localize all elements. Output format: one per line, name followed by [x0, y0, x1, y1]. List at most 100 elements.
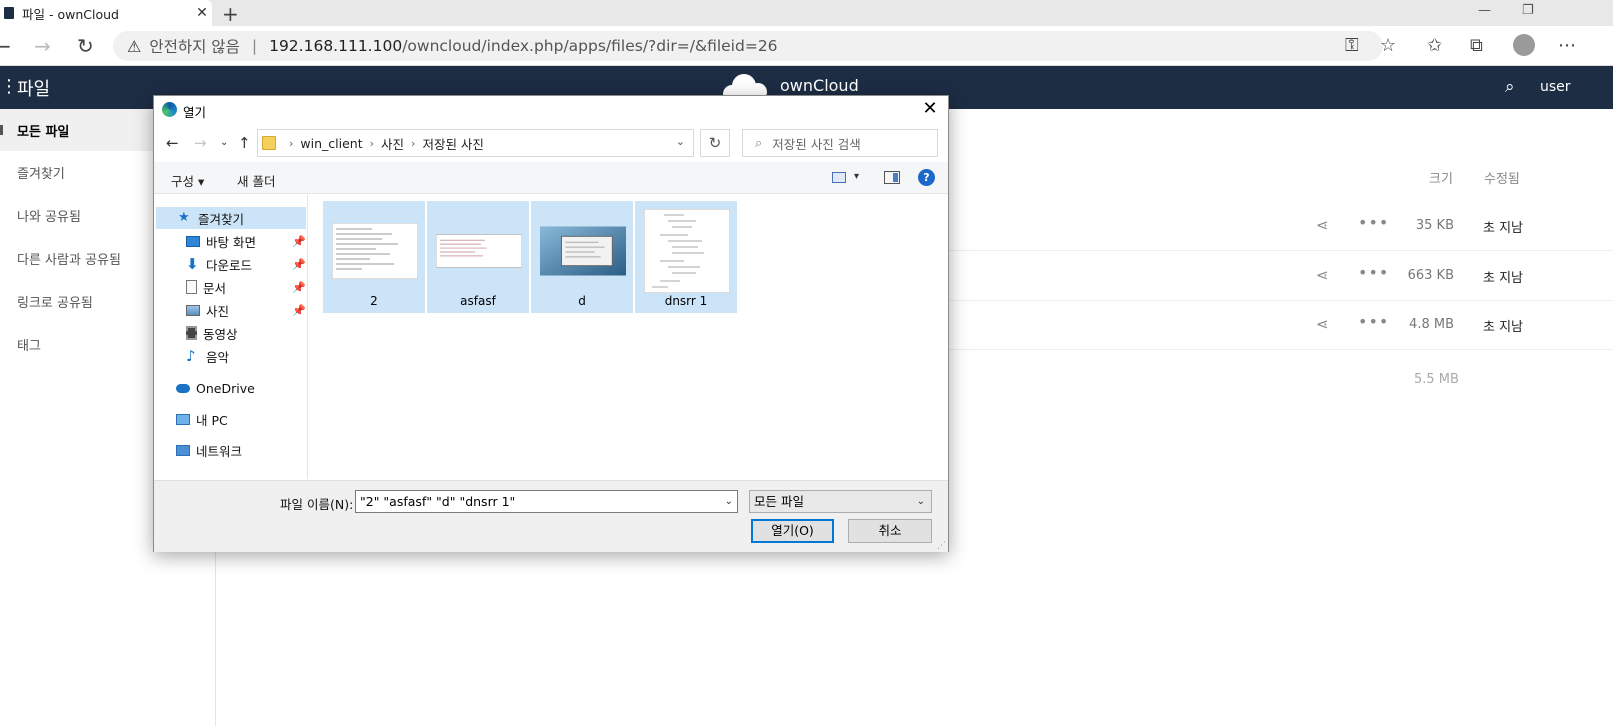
key-icon[interactable]: ⚿ [1345, 35, 1359, 56]
cancel-button[interactable]: 취소 [848, 519, 932, 543]
tree-item-pictures[interactable]: 사진 [186, 299, 229, 321]
collections-icon[interactable]: ⧉ [1470, 35, 1483, 56]
open-button[interactable]: 열기(O) [751, 519, 834, 543]
file-tile[interactable]: 2 [323, 201, 425, 313]
restore-icon[interactable]: ❐ [1522, 3, 1534, 18]
add-favorite-icon[interactable]: ☆ [1380, 35, 1396, 56]
tree-item-videos[interactable]: 동영상 [186, 322, 238, 344]
sidebar-item-label: 다른 사람과 공유됨 [17, 252, 121, 268]
tree-label: 바탕 화면 [206, 234, 256, 250]
refresh-button[interactable]: ↻ [700, 129, 730, 157]
file-tile[interactable]: dnsrr 1 [635, 201, 737, 313]
file-name: 2 [370, 294, 378, 308]
forward-icon[interactable]: → [34, 34, 51, 58]
more-menu-icon[interactable]: ⋯ [1558, 35, 1576, 56]
view-mode-icon[interactable] [832, 172, 846, 183]
table-row[interactable]: ⋖ ••• 4.8 MB 초 지남 [948, 300, 1613, 350]
file-list-pane: 2 asfasf d dnsrr 1 [309, 195, 948, 479]
close-tab-icon[interactable]: ✕ [192, 5, 212, 21]
reload-icon[interactable]: ↻ [77, 34, 94, 58]
file-name-field[interactable]: "2" "asfasf" "d" "dnsrr 1" ⌄ [355, 490, 738, 513]
profile-avatar-icon[interactable] [1513, 34, 1535, 56]
breadcrumb[interactable]: › win_client › 사진 › 저장된 사진 ⌄ [257, 129, 694, 157]
dialog-footer: 파일 이름(N): "2" "asfasf" "d" "dnsrr 1" ⌄ 모… [154, 480, 948, 552]
chevron-right-icon: › [411, 136, 416, 150]
recent-locations-icon[interactable]: ⌄ [220, 137, 228, 148]
tree-label: 즐겨찾기 [198, 211, 245, 227]
back-icon[interactable]: ← [166, 134, 179, 152]
organize-button[interactable]: 구성 ▾ [171, 171, 204, 190]
tree-item-this-pc[interactable]: 내 PC [176, 408, 228, 430]
file-type-select[interactable]: 모든 파일 ⌄ [749, 490, 932, 513]
tree-item-onedrive[interactable]: OneDrive [176, 377, 255, 399]
breadcrumb-item[interactable]: win_client [300, 136, 362, 151]
desktop-icon [186, 235, 200, 247]
address-bar[interactable]: ⚠ 안전하지 않음 | 192.168.111.100/owncloud/ind… [113, 31, 1383, 61]
file-name-label: 파일 이름(N): [280, 497, 354, 512]
resize-grip-icon[interactable]: ⋰ [937, 541, 946, 551]
dialog-navigation: ← → ⌄ ↑ › win_client › 사진 › 저장된 사진 ⌄ ↻ ⌕… [154, 126, 948, 160]
preview-pane-icon[interactable] [884, 171, 900, 184]
sidebar-item-label: 나와 공유됨 [17, 209, 81, 225]
table-row[interactable]: ⋖ ••• 663 KB 초 지남 [948, 251, 1613, 301]
breadcrumb-item[interactable]: 저장된 사진 [422, 134, 483, 153]
more-actions-icon[interactable]: ••• [1358, 312, 1389, 331]
tree-item-quick-access[interactable]: ★ 즐겨찾기 [156, 207, 306, 229]
security-status: 안전하지 않음 [149, 38, 240, 56]
help-icon[interactable]: ? [918, 169, 935, 186]
file-name: asfasf [460, 294, 496, 308]
app-title[interactable]: 파일 [17, 75, 50, 101]
chevron-down-icon[interactable]: ▾ [854, 171, 859, 182]
pin-icon: 📌 [292, 258, 306, 271]
new-tab-button[interactable]: + [222, 2, 239, 26]
file-type-value: 모든 파일 [754, 494, 804, 509]
tree-label: 문서 [203, 280, 227, 296]
user-menu[interactable]: user [1540, 79, 1571, 95]
tree-label: 네트워크 [196, 443, 243, 459]
video-icon [186, 326, 197, 340]
more-actions-icon[interactable]: ••• [1358, 263, 1389, 282]
app-menu-icon[interactable]: ⋮ [0, 76, 18, 97]
sidebar-item-label: 모든 파일 [17, 124, 70, 140]
more-actions-icon[interactable]: ••• [1358, 213, 1389, 232]
pin-icon: 📌 [292, 281, 306, 294]
chevron-down-icon[interactable]: ⌄ [676, 135, 685, 148]
dialog-title-bar[interactable]: 열기 ✕ [154, 96, 948, 124]
search-input[interactable]: ⌕ 저장된 사진 검색 [742, 129, 938, 157]
music-icon: ♪ [186, 347, 196, 365]
active-indicator [0, 125, 3, 135]
column-header-size[interactable]: 크기 [1429, 168, 1453, 187]
browser-tab[interactable]: 파일 - ownCloud ✕ [0, 0, 212, 26]
share-icon[interactable]: ⋖ [1316, 315, 1329, 333]
file-modified: 초 지남 [1483, 221, 1524, 236]
pin-icon: 📌 [292, 235, 306, 248]
tree-item-desktop[interactable]: 바탕 화면 [186, 230, 256, 252]
up-folder-icon[interactable]: ↑ [238, 134, 251, 152]
url-text: 192.168.111.100/owncloud/index.php/apps/… [269, 37, 778, 55]
forward-icon[interactable]: → [194, 134, 207, 152]
brand-name: ownCloud [780, 76, 859, 95]
new-folder-button[interactable]: 새 폴더 [237, 171, 275, 190]
tree-item-network[interactable]: 네트워크 [176, 439, 242, 461]
breadcrumb-item[interactable]: 사진 [381, 134, 404, 153]
share-icon[interactable]: ⋖ [1316, 216, 1329, 234]
owncloud-favicon-icon [4, 7, 14, 19]
back-icon[interactable]: ← [0, 34, 11, 58]
minimize-icon[interactable]: — [1478, 3, 1491, 18]
tree-item-downloads[interactable]: ⬇ 다운로드 [186, 253, 252, 275]
file-modified: 초 지남 [1483, 271, 1524, 286]
chevron-down-icon[interactable]: ⌄ [917, 491, 925, 512]
chevron-down-icon[interactable]: ⌄ [725, 491, 733, 512]
tree-item-music[interactable]: ♪ 음악 [186, 345, 229, 367]
share-icon[interactable]: ⋖ [1316, 266, 1329, 284]
table-row[interactable]: ⋖ ••• 35 KB 초 지남 [948, 201, 1613, 251]
dialog-close-button[interactable]: ✕ [918, 98, 942, 119]
file-tile[interactable]: d [531, 201, 633, 313]
search-placeholder: 저장된 사진 검색 [772, 136, 861, 152]
file-tile[interactable]: asfasf [427, 201, 529, 313]
tree-item-documents[interactable]: 문서 [186, 276, 226, 298]
search-icon[interactable]: ⌕ [1505, 77, 1515, 97]
column-header-modified[interactable]: 수정됨 [1484, 168, 1520, 187]
cloud-icon [176, 383, 190, 393]
favorites-icon[interactable]: ✩ [1427, 35, 1442, 56]
